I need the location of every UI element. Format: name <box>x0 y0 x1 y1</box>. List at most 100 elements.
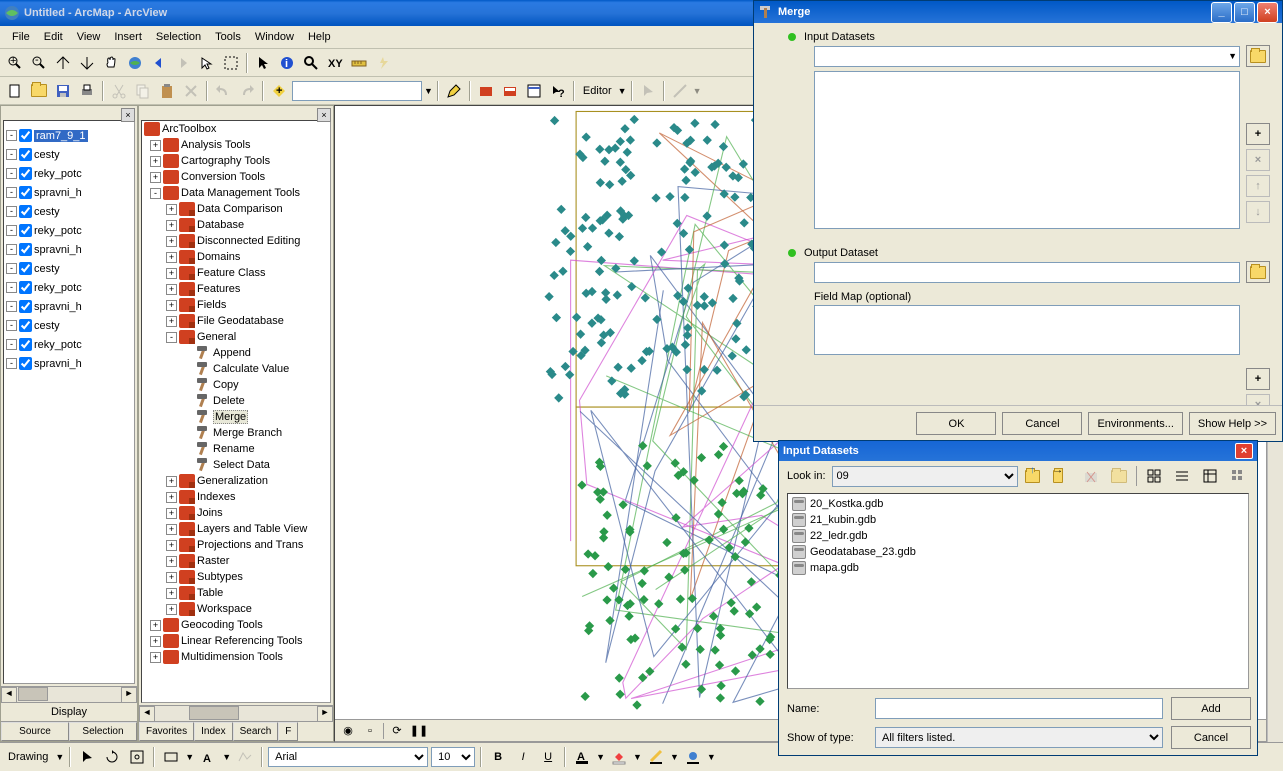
expand-icon[interactable]: + <box>166 268 177 279</box>
expand-icon[interactable]: - <box>166 332 177 343</box>
expand-icon[interactable]: + <box>166 540 177 551</box>
zoom-element-icon[interactable] <box>126 746 148 768</box>
expand-icon[interactable]: + <box>166 588 177 599</box>
measure-icon[interactable] <box>348 52 370 74</box>
undo-icon[interactable] <box>212 80 234 102</box>
toc-window-icon[interactable] <box>523 80 545 102</box>
expand-icon[interactable]: + <box>150 156 161 167</box>
layer-visibility-checkbox[interactable] <box>19 129 32 142</box>
toc-tab-source[interactable]: Source <box>1 722 69 741</box>
layer-visibility-checkbox[interactable] <box>19 243 32 256</box>
italic-icon[interactable]: I <box>512 746 534 768</box>
scale-input[interactable] <box>292 81 422 101</box>
save-icon[interactable] <box>52 80 74 102</box>
expand-icon[interactable]: - <box>150 188 161 199</box>
pause-icon[interactable]: ❚❚ <box>410 722 428 740</box>
tree-node[interactable]: Delete <box>142 393 330 409</box>
output-dataset-input[interactable] <box>814 262 1240 283</box>
expand-icon[interactable]: + <box>166 316 177 327</box>
identify-icon[interactable]: i <box>276 52 298 74</box>
command-line-icon[interactable] <box>499 80 521 102</box>
expand-icon[interactable]: - <box>6 263 17 274</box>
toc-layer-item[interactable]: -ram7_9_1 <box>6 129 132 142</box>
merge-showhelp-button[interactable]: Show Help >> <box>1189 412 1276 435</box>
layout-view-icon[interactable]: ▫ <box>361 722 379 740</box>
browse-item[interactable]: 21_kubin.gdb <box>790 512 1246 528</box>
toc-layer-item[interactable]: -reky_potc <box>6 224 132 237</box>
expand-icon[interactable]: - <box>6 301 17 312</box>
toolbox-tab-search[interactable]: Search <box>233 722 279 741</box>
tree-node[interactable]: Select Data <box>142 457 330 473</box>
toc-layer-item[interactable]: -cesty <box>6 319 132 332</box>
input-datasets-list[interactable] <box>814 71 1240 229</box>
menu-window[interactable]: Window <box>249 29 300 45</box>
tree-node[interactable]: +Joins <box>142 505 330 521</box>
expand-icon[interactable]: + <box>166 556 177 567</box>
paste-icon[interactable] <box>156 80 178 102</box>
tree-node[interactable]: +File Geodatabase <box>142 313 330 329</box>
browse-item[interactable]: Geodatabase_23.gdb <box>790 544 1246 560</box>
expand-icon[interactable]: + <box>166 508 177 519</box>
expand-icon[interactable]: - <box>6 339 17 350</box>
layer-visibility-checkbox[interactable] <box>19 338 32 351</box>
sketch-tool-icon[interactable] <box>669 80 691 102</box>
open-icon[interactable] <box>28 80 50 102</box>
expand-icon[interactable]: - <box>6 320 17 331</box>
expand-icon[interactable]: + <box>150 620 161 631</box>
expand-icon[interactable]: - <box>6 168 17 179</box>
tree-node[interactable]: +Cartography Tools <box>142 153 330 169</box>
select-elements-icon[interactable] <box>196 52 218 74</box>
expand-icon[interactable]: + <box>166 300 177 311</box>
font-name-select[interactable]: Arial <box>268 747 428 767</box>
editor-menu[interactable]: Editor <box>579 83 616 99</box>
edit-pointer-icon[interactable] <box>637 80 659 102</box>
menu-view[interactable]: View <box>71 29 107 45</box>
toolbox-tree[interactable]: ArcToolbox +Analysis Tools+Cartography T… <box>141 120 331 703</box>
expand-icon[interactable]: + <box>166 492 177 503</box>
expand-icon[interactable]: + <box>166 204 177 215</box>
merge-cancel-button[interactable]: Cancel <box>1002 412 1082 435</box>
data-view-icon[interactable]: ◉ <box>339 722 357 740</box>
copy-icon[interactable] <box>132 80 154 102</box>
fixed-zoom-out-icon[interactable] <box>76 52 98 74</box>
editor-toolbar-icon[interactable] <box>443 80 465 102</box>
layer-visibility-checkbox[interactable] <box>19 300 32 313</box>
tree-node[interactable]: +Layers and Table View <box>142 521 330 537</box>
underline-icon[interactable]: U <box>537 746 559 768</box>
toc-layer-item[interactable]: -cesty <box>6 148 132 161</box>
tree-node[interactable]: +Analysis Tools <box>142 137 330 153</box>
expand-icon[interactable]: + <box>166 284 177 295</box>
input-datasets-combo[interactable]: ▼ <box>814 46 1240 67</box>
refresh-icon[interactable]: ⟳ <box>388 722 406 740</box>
connect-folder-icon[interactable]: → <box>1052 465 1074 487</box>
toolbox-tab-f[interactable]: F <box>278 722 298 741</box>
fieldmap-add-button[interactable]: + <box>1246 368 1270 390</box>
browse-file-list[interactable]: 20_Kostka.gdb21_kubin.gdb22_ledr.gdbGeod… <box>787 493 1249 689</box>
toc-layer-item[interactable]: -spravni_h <box>6 357 132 370</box>
hyperlink-icon[interactable] <box>372 52 394 74</box>
new-folder-icon[interactable] <box>1108 465 1130 487</box>
full-extent-icon[interactable] <box>124 52 146 74</box>
layer-visibility-checkbox[interactable] <box>19 167 32 180</box>
tree-node[interactable]: Rename <box>142 441 330 457</box>
browse-item[interactable]: 20_Kostka.gdb <box>790 496 1246 512</box>
tree-node[interactable]: +Table <box>142 585 330 601</box>
tree-node[interactable]: +Linear Referencing Tools <box>142 633 330 649</box>
move-down-button[interactable]: ↓ <box>1246 201 1270 223</box>
back-icon[interactable] <box>148 52 170 74</box>
merge-maximize-button[interactable]: □ <box>1234 2 1255 23</box>
expand-icon[interactable]: - <box>6 358 17 369</box>
details-view-icon[interactable] <box>1199 465 1221 487</box>
toc-layer-item[interactable]: -cesty <box>6 262 132 275</box>
merge-minimize-button[interactable]: _ <box>1211 2 1232 23</box>
browse-cancel-button[interactable]: Cancel <box>1171 726 1251 749</box>
tree-node[interactable]: +Features <box>142 281 330 297</box>
layer-visibility-checkbox[interactable] <box>19 262 32 275</box>
find-icon[interactable] <box>300 52 322 74</box>
expand-icon[interactable]: - <box>6 282 17 293</box>
tree-node[interactable]: +Conversion Tools <box>142 169 330 185</box>
expand-icon[interactable]: + <box>150 636 161 647</box>
line-color-icon[interactable] <box>645 746 667 768</box>
delete-icon[interactable] <box>180 80 202 102</box>
input-browse-button[interactable] <box>1246 45 1270 67</box>
